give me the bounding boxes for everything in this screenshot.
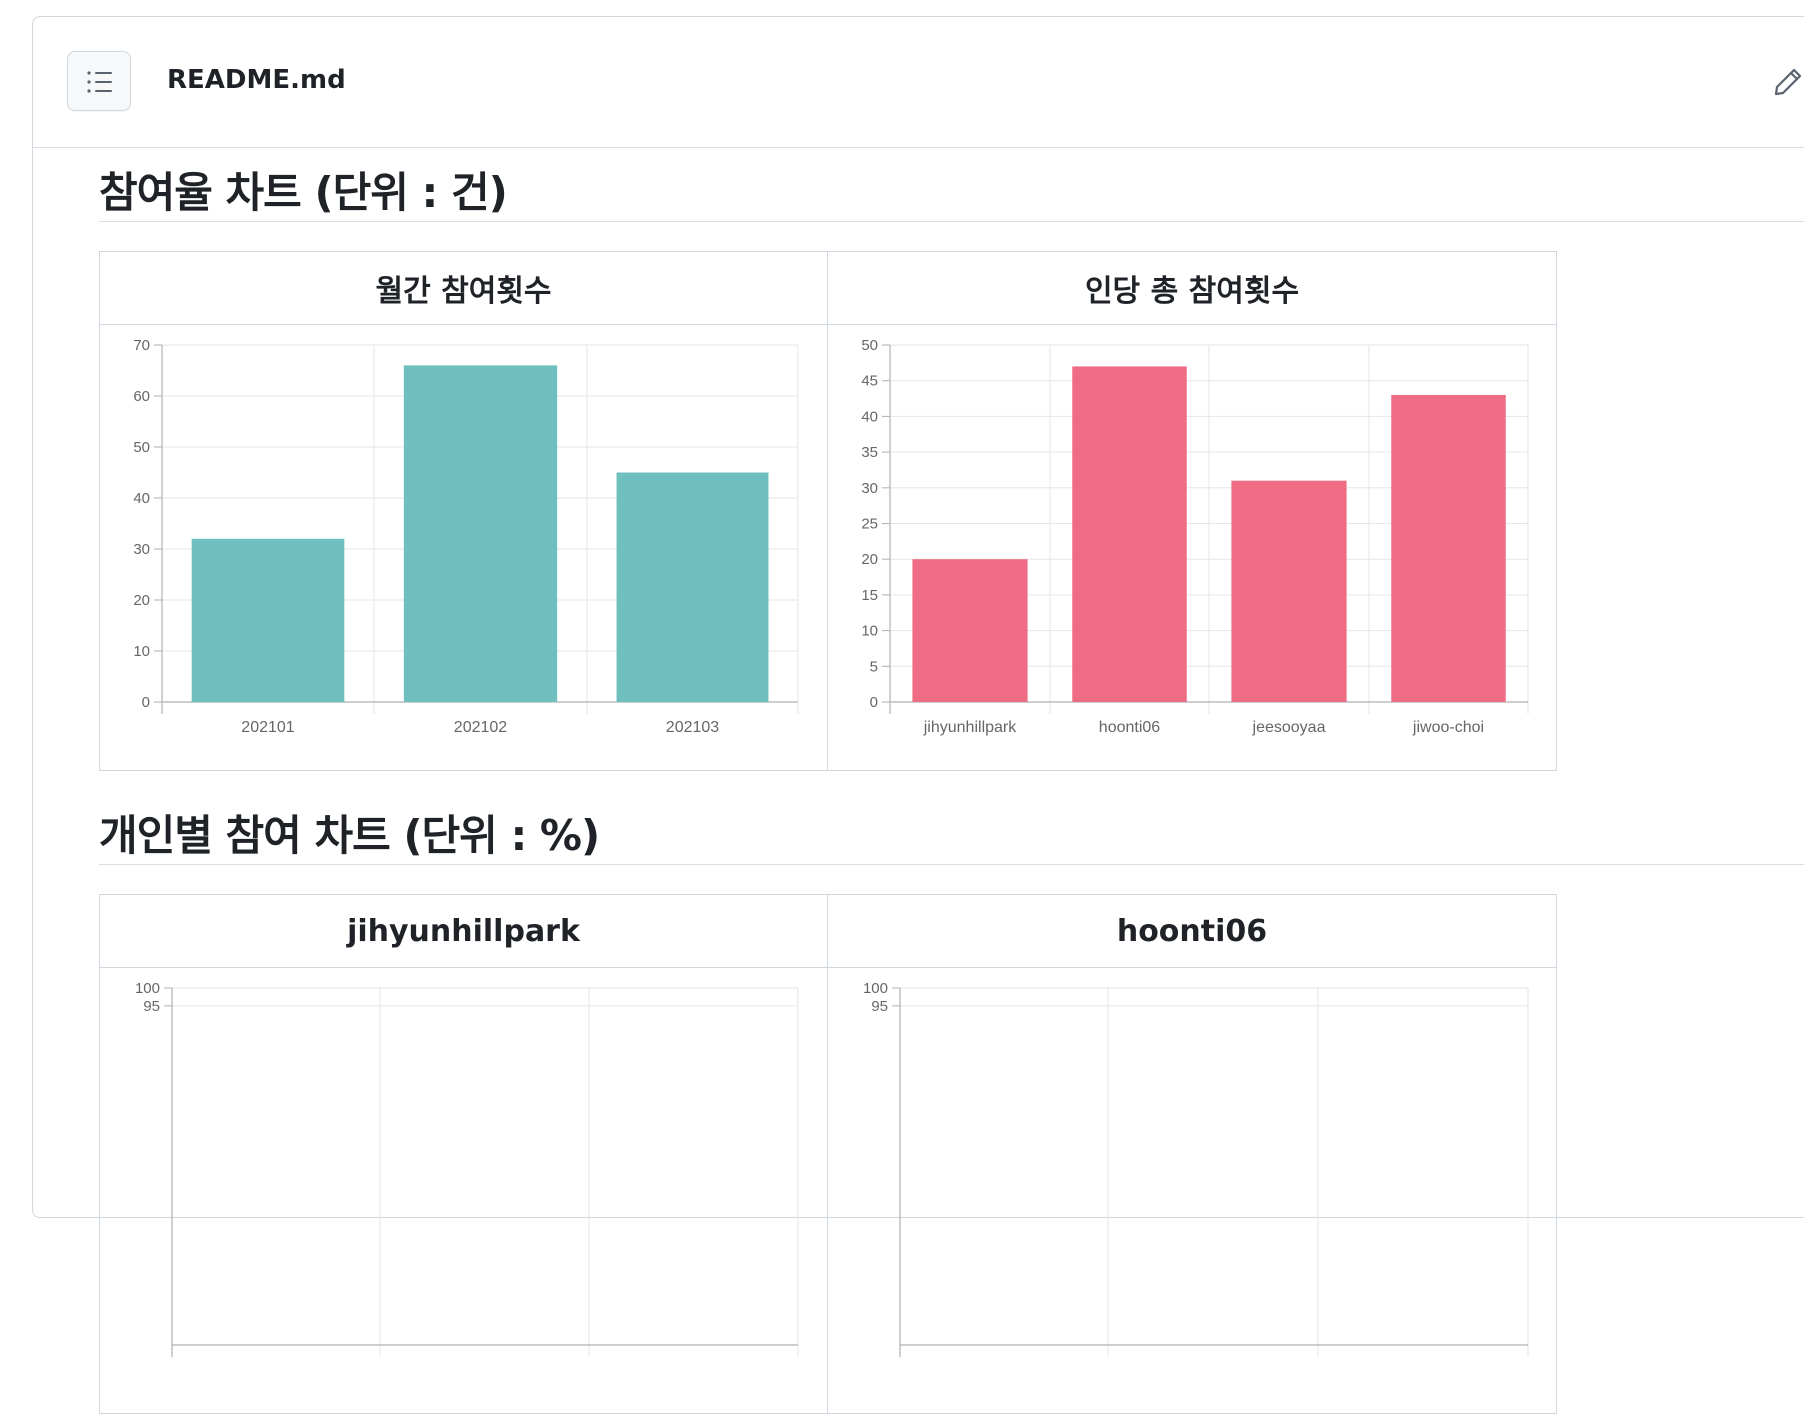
- y-tick-label: 10: [861, 623, 878, 640]
- y-tick-label: 5: [870, 658, 878, 675]
- bar-chart-per-person: 0 5 10 15 20 25 30 35 40 45 50 jihyunhillpark hoonti…: [861, 337, 1529, 736]
- x-tick-label: jiwoo-choi: [1412, 719, 1484, 736]
- heading-divider: [99, 864, 1804, 865]
- y-tick-label: 40: [133, 490, 150, 507]
- y-tick-label: 40: [861, 408, 878, 425]
- y-tick-label: 100: [863, 980, 888, 997]
- y-tick-label: 70: [133, 337, 150, 354]
- readme-box: README.md 참여율 차트 (단위 : 건) 월간 참여횟수 인당 총 참…: [32, 16, 1804, 1414]
- x-tick-label: 202102: [454, 719, 507, 736]
- file-header: README.md: [33, 17, 1804, 148]
- y-tick-label: 0: [142, 694, 150, 711]
- table-of-contents-button[interactable]: [67, 51, 131, 111]
- y-tick-label: 95: [143, 998, 160, 1015]
- y-tick-label: 15: [861, 587, 878, 604]
- edit-file-button[interactable]: [1773, 67, 1803, 101]
- table-header-jihyunhillpark: jihyunhillpark: [99, 894, 828, 968]
- y-tick-label: 30: [133, 541, 150, 558]
- list-unordered-icon: [87, 71, 112, 93]
- bar: [403, 365, 558, 702]
- y-tick-label: 30: [861, 480, 878, 497]
- x-tick-label: 202103: [666, 719, 719, 736]
- bar: [1072, 366, 1187, 702]
- x-tick-label: hoonti06: [1099, 719, 1160, 736]
- y-tick-label: 100: [135, 980, 160, 997]
- bar: [912, 559, 1028, 702]
- y-tick-label: 20: [133, 592, 150, 609]
- section-heading-participation: 참여율 차트 (단위 : 건): [99, 168, 508, 217]
- y-tick-label: 50: [133, 439, 150, 456]
- heading-divider: [99, 221, 1804, 222]
- y-tick-label: 25: [861, 516, 878, 533]
- bar: [1391, 394, 1506, 702]
- pencil-icon: [1774, 68, 1802, 96]
- y-tick-label: 95: [871, 998, 888, 1015]
- x-tick-label: 202101: [241, 719, 294, 736]
- y-tick-label: 60: [133, 388, 150, 405]
- bar-chart-jihyunhillpark: 95100: [135, 980, 799, 1357]
- y-tick-label: 45: [861, 373, 878, 390]
- bar: [1231, 480, 1347, 702]
- y-tick-label: 0: [870, 694, 878, 711]
- chart-table-participation: 월간 참여횟수 인당 총 참여횟수 0 10 20 30 40 50 60 70 202101 2…: [99, 251, 1557, 771]
- bar: [616, 472, 769, 702]
- chart-table-individual: jihyunhillpark hoonti06 95 100 95 100: [99, 894, 1557, 1414]
- x-tick-label: jihyunhillpark: [923, 719, 1017, 736]
- x-tick-label: jeesooyaa: [1252, 719, 1326, 736]
- y-tick-label: 20: [861, 551, 878, 568]
- table-header-monthly: 월간 참여횟수: [99, 251, 828, 325]
- table-header-per-person: 인당 총 참여횟수: [827, 251, 1557, 325]
- bar-chart-monthly: 0 10 20 30 40 50 60 70 202101 202102 202103: [133, 337, 799, 736]
- table-header-hoonti06: hoonti06: [827, 894, 1557, 968]
- section-heading-individual: 개인별 참여 차트 (단위 : %): [99, 811, 600, 860]
- bar: [191, 538, 345, 702]
- y-tick-label: 35: [861, 444, 878, 461]
- y-tick-label: 50: [861, 337, 878, 354]
- bar-chart-hoonti06: 95100: [863, 980, 1529, 1357]
- y-tick-label: 10: [133, 643, 150, 660]
- file-name[interactable]: README.md: [167, 65, 346, 95]
